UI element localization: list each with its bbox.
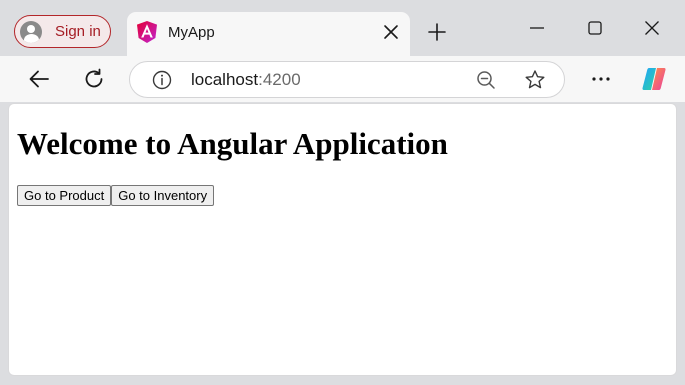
url-port: :4200 [258, 70, 301, 89]
address-bar[interactable]: localhost:4200 [129, 61, 565, 98]
go-to-inventory-button[interactable]: Go to Inventory [111, 185, 215, 206]
minimize-icon[interactable] [527, 18, 547, 38]
page-heading: Welcome to Angular Application [17, 126, 448, 161]
url-host: localhost [191, 70, 259, 89]
back-arrow-icon[interactable] [27, 67, 51, 91]
browser-window: Sign in MyApp localhost:4200 Welcome to … [0, 0, 685, 385]
info-icon[interactable] [150, 68, 174, 92]
browser-toolbar: localhost:4200 [0, 56, 685, 102]
profile-sign-in-button[interactable]: Sign in [14, 15, 111, 48]
avatar-icon [20, 20, 42, 43]
close-window-icon[interactable] [642, 18, 662, 38]
star-icon[interactable] [523, 68, 547, 92]
tab-myapp[interactable]: MyApp [127, 12, 410, 56]
copilot-icon[interactable] [640, 65, 668, 93]
nav-button-row: Go to Product Go to Inventory [17, 185, 215, 206]
sign-in-label: Sign in [55, 23, 101, 40]
reload-icon[interactable] [82, 67, 106, 91]
tab-strip: Sign in MyApp [0, 0, 685, 56]
tab-title: MyApp [168, 24, 215, 41]
zoom-out-icon[interactable] [474, 68, 498, 92]
more-icon[interactable] [589, 67, 613, 91]
go-to-product-button[interactable]: Go to Product [17, 185, 112, 206]
angular-icon [137, 21, 157, 43]
url-text[interactable]: localhost:4200 [191, 70, 301, 90]
new-tab-icon[interactable] [427, 22, 447, 42]
close-tab-icon[interactable] [382, 23, 400, 41]
maximize-icon[interactable] [585, 18, 605, 38]
page-viewport: Welcome to Angular Application Go to Pro… [8, 103, 677, 376]
